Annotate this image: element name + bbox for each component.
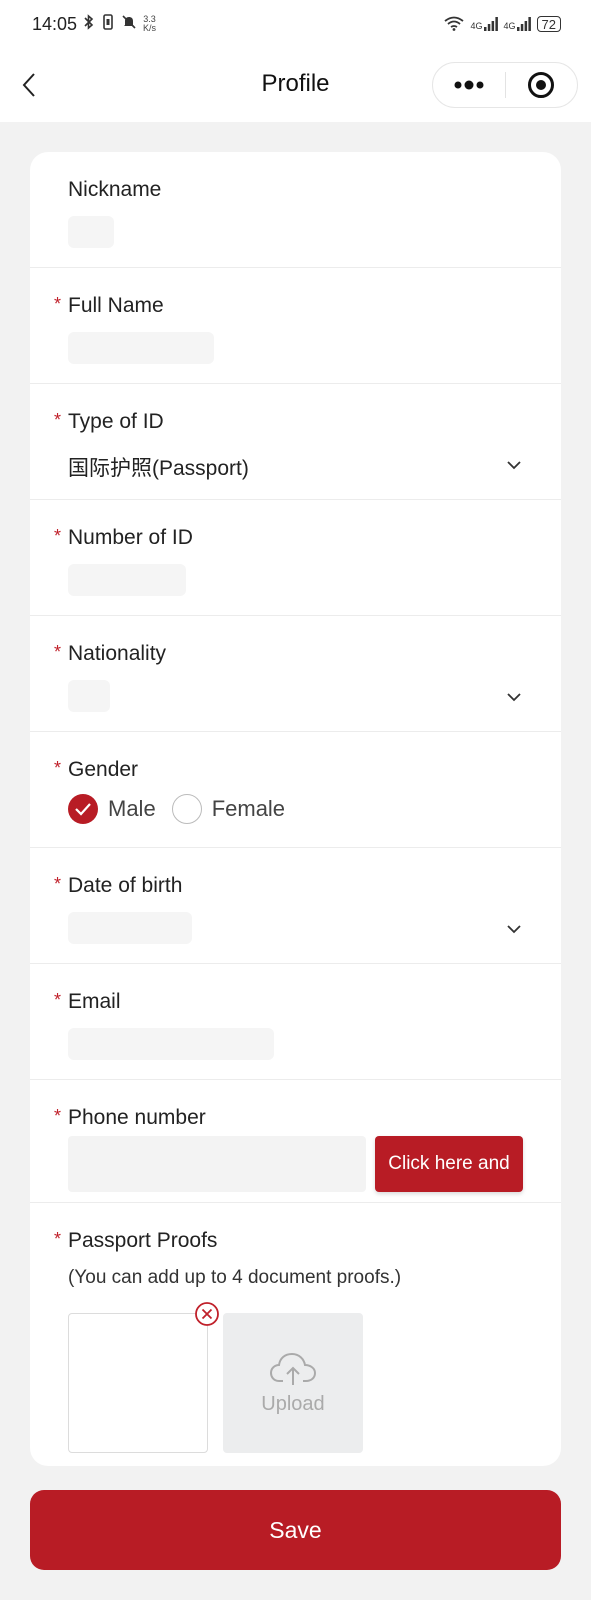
id-number-label: Number of ID — [68, 526, 193, 549]
full-name-row: * Full Name — [30, 268, 561, 384]
status-left: 14:05 3.3 K/s — [32, 14, 156, 35]
signal-1: 4G — [471, 17, 498, 31]
required-mark: * — [54, 1106, 62, 1126]
network-type-2: 4G — [503, 21, 516, 31]
nationality-value[interactable] — [68, 680, 110, 712]
required-mark: * — [54, 874, 62, 894]
nickname-row: Nickname — [30, 152, 561, 268]
id-type-value[interactable]: 国际护照(Passport) — [68, 452, 249, 482]
proofs-hint: (You can add up to 4 document proofs.) — [68, 1267, 402, 1288]
bluetooth-icon — [83, 13, 95, 35]
signal-bars-icon — [516, 17, 531, 31]
mini-program-capsule — [432, 62, 578, 108]
birth-value[interactable] — [68, 912, 192, 944]
gender-male-radio[interactable] — [68, 794, 98, 824]
id-type-label: Type of ID — [68, 410, 164, 433]
required-mark: * — [54, 294, 62, 314]
nationality-label: Nationality — [68, 642, 167, 665]
close-circle-icon[interactable] — [194, 1301, 220, 1327]
status-time: 14:05 — [32, 13, 78, 34]
gender-female-label[interactable]: Female — [212, 796, 285, 822]
wifi-icon — [443, 15, 465, 34]
nav-bar: Profile — [0, 48, 591, 122]
more-dots-icon — [454, 80, 484, 90]
required-mark: * — [54, 642, 62, 662]
email-label: Email — [68, 990, 121, 1013]
gender-label: Gender — [68, 758, 139, 781]
battery-indicator: 72 — [536, 16, 561, 32]
mute-icon — [121, 14, 137, 35]
required-mark: * — [54, 1229, 62, 1249]
chevron-down-icon[interactable] — [503, 686, 525, 708]
email-row: * Email — [30, 964, 561, 1080]
email-input[interactable] — [68, 1028, 274, 1060]
id-number-input[interactable] — [68, 564, 186, 596]
proofs-label: Passport Proofs — [68, 1229, 218, 1252]
gender-row: * Gender Male Female — [30, 732, 561, 848]
cloud-upload-icon — [269, 1352, 317, 1385]
signal-2: 4G — [504, 17, 531, 31]
profile-form-card: Nickname * Full Name * Type of ID 国际护照(P… — [30, 152, 561, 1466]
gender-female-radio[interactable] — [171, 794, 202, 824]
phone-input[interactable] — [68, 1136, 366, 1192]
upload-button[interactable]: Upload — [223, 1313, 363, 1453]
proof-thumbnail[interactable] — [68, 1313, 208, 1453]
birth-row[interactable]: * Date of birth — [30, 848, 561, 964]
net-speed-unit: K/s — [143, 23, 157, 33]
network-type-1: 4G — [470, 21, 483, 31]
signal-bars-icon — [483, 17, 498, 31]
upload-label: Upload — [261, 1392, 325, 1415]
phone-label: Phone number — [68, 1106, 206, 1129]
full-name-label: Full Name — [68, 294, 164, 317]
full-name-input[interactable] — [68, 332, 214, 364]
birth-label: Date of birth — [68, 874, 183, 897]
required-mark: * — [54, 410, 62, 430]
required-mark: * — [54, 990, 62, 1010]
id-type-row[interactable]: * Type of ID 国际护照(Passport) — [30, 384, 561, 500]
target-icon — [528, 72, 555, 98]
gender-male-label[interactable]: Male — [108, 796, 156, 822]
phone-row: * Phone number Click here and — [30, 1080, 561, 1203]
net-speed: 3.3 K/s — [143, 15, 156, 33]
close-miniprogram-button[interactable] — [506, 63, 578, 107]
vibrate-icon — [101, 13, 115, 35]
nickname-label: Nickname — [68, 178, 162, 201]
chevron-down-icon[interactable] — [503, 918, 525, 940]
save-button[interactable]: Save — [30, 1490, 561, 1570]
id-number-row: * Number of ID — [30, 500, 561, 616]
nationality-row[interactable]: * Nationality — [30, 616, 561, 732]
required-mark: * — [54, 526, 62, 546]
nickname-input[interactable] — [68, 216, 114, 248]
status-bar: 14:05 3.3 K/s 4G 4G 72 — [0, 0, 591, 48]
gender-options: Male Female — [68, 794, 291, 824]
get-code-button[interactable]: Click here and — [375, 1136, 523, 1192]
status-right: 4G 4G 72 — [443, 15, 561, 34]
chevron-down-icon[interactable] — [503, 454, 525, 476]
check-icon — [75, 803, 91, 816]
more-button[interactable] — [433, 63, 505, 107]
required-mark: * — [54, 758, 62, 778]
proofs-row: * Passport Proofs (You can add up to 4 d… — [30, 1203, 561, 1466]
